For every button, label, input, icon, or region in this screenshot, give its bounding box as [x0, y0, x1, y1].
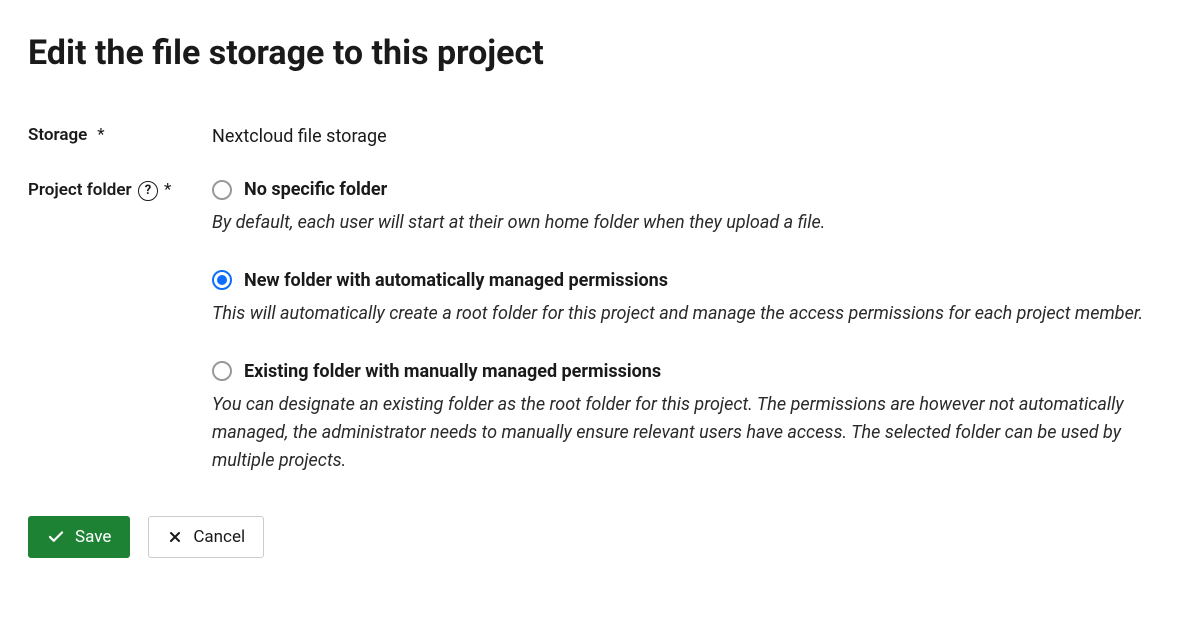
check-icon	[47, 528, 65, 546]
radio-head: Existing folder with manually managed pe…	[212, 358, 1152, 385]
radio-option-no-specific[interactable]: No specific folder By default, each user…	[212, 176, 1152, 237]
radio-head: New folder with automatically managed pe…	[212, 267, 1152, 294]
radio-circle-icon	[212, 180, 232, 200]
storage-label: Storage	[28, 123, 87, 149]
button-row: Save Cancel	[28, 516, 1152, 558]
storage-label-cell: Storage *	[28, 121, 212, 149]
storage-row: Storage * Nextcloud file storage	[28, 121, 1152, 150]
radio-circle-selected-icon	[212, 270, 232, 290]
radio-label: Existing folder with manually managed pe…	[244, 358, 661, 385]
project-folder-options: No specific folder By default, each user…	[212, 176, 1152, 474]
close-icon	[167, 529, 183, 545]
radio-description: This will automatically create a root fo…	[212, 300, 1152, 328]
storage-value-cell: Nextcloud file storage	[212, 121, 1152, 150]
radio-label: No specific folder	[244, 176, 387, 203]
radio-option-existing-folder[interactable]: Existing folder with manually managed pe…	[212, 358, 1152, 475]
required-mark: *	[164, 178, 171, 204]
project-folder-label: Project folder	[28, 178, 132, 204]
radio-head: No specific folder	[212, 176, 1152, 203]
save-button-label: Save	[75, 527, 111, 547]
cancel-button-label: Cancel	[193, 527, 245, 547]
save-button[interactable]: Save	[28, 516, 130, 558]
radio-label: New folder with automatically managed pe…	[244, 267, 668, 294]
help-icon[interactable]: ?	[138, 181, 158, 201]
page-title: Edit the file storage to this project	[28, 28, 1152, 79]
required-mark: *	[97, 123, 104, 149]
radio-description: You can designate an existing folder as …	[212, 391, 1152, 475]
radio-circle-icon	[212, 361, 232, 381]
radio-option-new-folder[interactable]: New folder with automatically managed pe…	[212, 267, 1152, 328]
radio-description: By default, each user will start at thei…	[212, 209, 1152, 237]
project-folder-row: Project folder ? * No specific folder By…	[28, 176, 1152, 474]
storage-value: Nextcloud file storage	[212, 121, 1152, 150]
cancel-button[interactable]: Cancel	[148, 516, 264, 558]
project-folder-label-cell: Project folder ? *	[28, 176, 212, 204]
